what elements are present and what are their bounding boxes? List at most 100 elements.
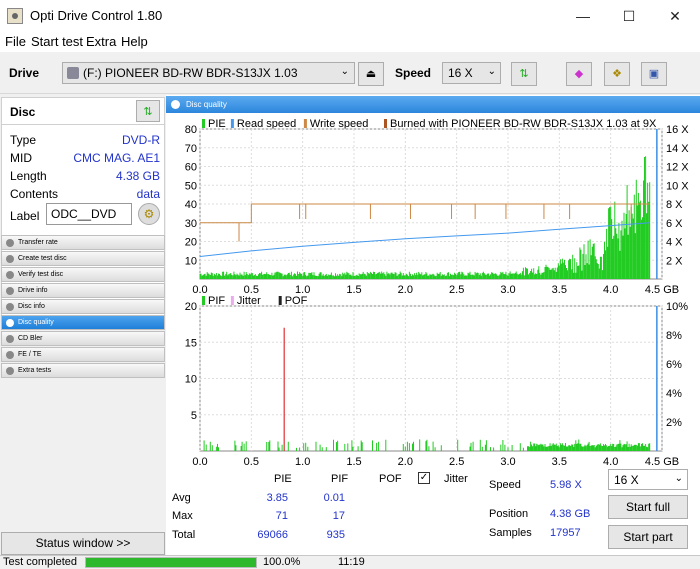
eject-button[interactable]: ⏏ [358, 62, 384, 86]
nav-label: Drive info [18, 287, 48, 294]
x-tick-label: 1.0 [295, 456, 310, 468]
menu-start-test[interactable]: Start test [31, 34, 83, 49]
disc-quality-icon [171, 100, 180, 109]
position-value: 4.38 GB [550, 508, 591, 520]
speed-stat-label: Speed [489, 479, 521, 491]
nav-label: Disc quality [18, 319, 54, 326]
copy-icon: ❖ [612, 68, 622, 80]
nav-label: Disc info [18, 303, 45, 310]
samples-value: 17957 [550, 527, 581, 539]
legend-label: Read speed [237, 118, 296, 130]
refresh-disc-button[interactable]: ⇅ [136, 100, 160, 122]
minimize-button[interactable]: — [563, 4, 603, 28]
legend-swatch [202, 296, 205, 305]
nav-drive-info[interactable]: Drive info [1, 283, 165, 298]
info-key: MID [10, 151, 32, 165]
drive-select-value: (F:) PIONEER BD-RW BDR-S13JX 1.03 [83, 66, 298, 80]
menu-file[interactable]: File [5, 34, 26, 49]
y2-tick-label: 10 X [666, 180, 689, 192]
nav-create-test-disc[interactable]: Create test disc [1, 251, 165, 266]
y-tick-label: 10 [185, 374, 197, 386]
drive-select[interactable]: (F:) PIONEER BD-RW BDR-S13JX 1.03 ⌄ [62, 62, 355, 84]
drive-toolbar: Drive (F:) PIONEER BD-RW BDR-S13JX 1.03 … [0, 52, 700, 94]
pif-legend: PIF Jitter POF [202, 295, 308, 307]
nav-icon [6, 255, 14, 263]
y-tick-label: 5 [191, 410, 197, 422]
start-full-button[interactable]: Start full [608, 495, 688, 519]
x-tick-label: 4.0 [603, 456, 618, 468]
info-value: CMC MAG. AE1 [73, 151, 160, 165]
y2-tick-label: 2 X [666, 255, 683, 267]
label-field-value: ODC__DVD [51, 207, 117, 221]
speed-select[interactable]: 16 X ⌄ [442, 62, 501, 84]
y2-tick-label: 8 X [666, 199, 683, 211]
menu-bar: File Start test Extra Help [0, 32, 700, 52]
chevron-down-icon: ⌄ [340, 66, 349, 77]
legend-swatch [230, 296, 234, 305]
nav-disc-info[interactable]: Disc info [1, 299, 165, 314]
panel-title-bar: Disc quality [166, 96, 700, 113]
menu-extra[interactable]: Extra [86, 34, 116, 49]
erase-button[interactable]: ◆ [566, 62, 592, 86]
legend-swatch [230, 119, 234, 128]
nav-transfer-rate[interactable]: Transfer rate [1, 235, 165, 250]
y-tick-label: 20 [185, 237, 197, 249]
nav-label: FE / TE [18, 351, 42, 358]
eject-icon: ⏏ [365, 68, 377, 80]
stat-header-pif: PIF [331, 473, 349, 485]
nav-icon [6, 319, 14, 327]
max-pif: 17 [332, 510, 345, 522]
legend-swatch [384, 119, 387, 128]
legend-label: Burned with PIONEER BD-RW BDR-S13JX 1.03… [390, 118, 657, 130]
disc-quality-panel: Disc quality PIE Read speed Write speed Bur… [166, 95, 700, 555]
elapsed-time: 11:19 [338, 556, 365, 568]
copy-button[interactable]: ❖ [604, 62, 630, 86]
y2-tick-label: 4 X [666, 237, 683, 249]
chevron-down-icon: ⌄ [674, 473, 683, 484]
stat-header-jitter: Jitter [444, 473, 468, 485]
info-key: Contents [10, 187, 59, 201]
nav-cd-bler[interactable]: CD Bler [1, 331, 165, 346]
test-speed-value: 16 X [614, 473, 639, 487]
refresh-arrows-icon: ⇅ [519, 68, 529, 80]
total-label: Total [172, 529, 196, 541]
nav-verify-test-disc[interactable]: Verify test disc [1, 267, 165, 282]
start-part-button[interactable]: Start part [608, 525, 688, 549]
disc-info-row: Type DVD-R [10, 133, 160, 151]
y2-tick-label: 6 X [666, 218, 683, 230]
x-tick-label: 3.5 [552, 456, 567, 468]
chevron-down-icon: ⌄ [487, 66, 496, 77]
progress-percent: 100.0% [263, 556, 301, 568]
position-label: Position [489, 508, 529, 520]
speed-stat-value: 5.98 X [550, 479, 582, 491]
close-button[interactable]: ✕ [655, 4, 695, 28]
nav-icon [6, 271, 14, 279]
window-title: Opti Drive Control 1.80 [30, 8, 163, 23]
avg-pie: 3.85 [266, 492, 288, 504]
save-icon: ▣ [648, 68, 660, 80]
nav-fe-te[interactable]: FE / TE [1, 347, 165, 362]
max-label: Max [172, 510, 193, 522]
save-button[interactable]: ▣ [641, 62, 667, 86]
test-speed-select[interactable]: 16 X ⌄ [608, 469, 688, 490]
drive-icon [67, 67, 79, 79]
status-window-button[interactable]: Status window >> [1, 532, 165, 555]
nav-disc-quality[interactable]: Disc quality [1, 315, 165, 330]
nav-label: Create test disc [18, 255, 67, 262]
drive-label: Drive [9, 66, 40, 80]
x-tick-label: 2.5 [449, 456, 464, 468]
x-tick-label: 4.5 GB [645, 456, 679, 468]
maximize-button[interactable]: ☐ [609, 4, 649, 28]
jitter-checkbox[interactable]: ✓ [418, 472, 430, 484]
legend-swatch [278, 296, 282, 305]
nav-extra-tests[interactable]: Extra tests [1, 363, 165, 378]
app-disc-icon [7, 8, 23, 24]
label-apply-button[interactable]: ⚙ [138, 203, 160, 225]
nav-label: Extra tests [18, 367, 52, 374]
label-field[interactable]: ODC__DVD [46, 203, 132, 225]
menu-help[interactable]: Help [121, 34, 148, 49]
y2-tick-label: 8% [666, 330, 682, 342]
progress-bar [85, 557, 257, 568]
refresh-speed-button[interactable]: ⇅ [511, 62, 537, 86]
nav-icon [6, 351, 14, 359]
